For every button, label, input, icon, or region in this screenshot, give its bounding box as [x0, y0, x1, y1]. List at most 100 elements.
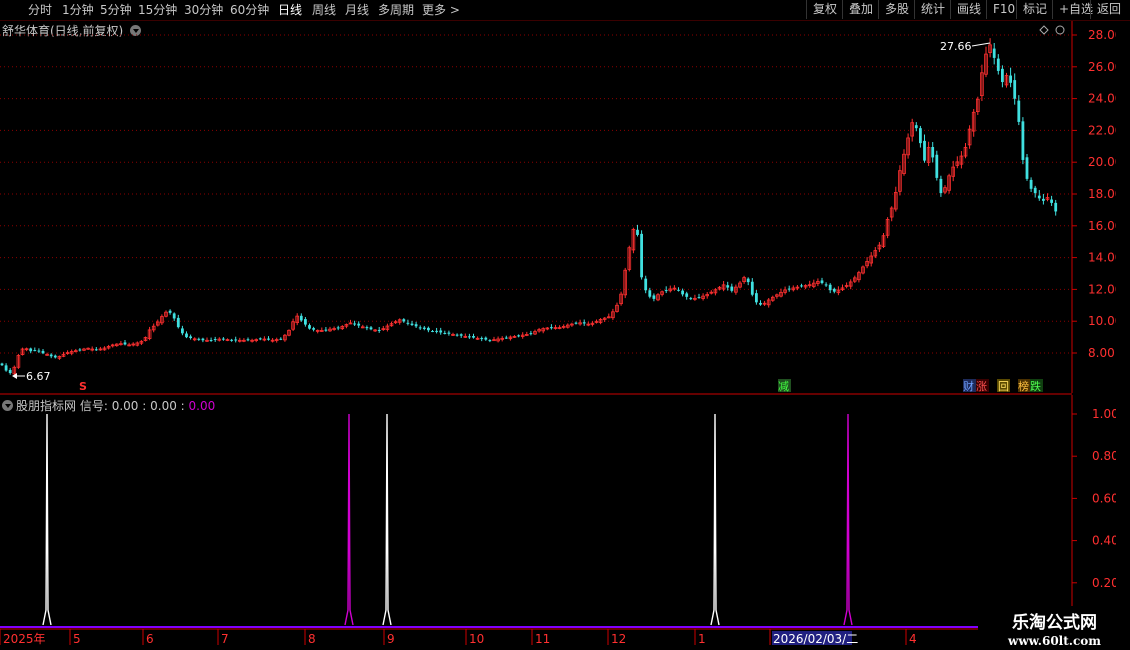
period-tab-monthly[interactable]: 月线	[345, 2, 369, 18]
candle-body	[861, 266, 865, 274]
candle-body	[295, 315, 299, 324]
event-badge-bg	[1018, 379, 1031, 392]
candle-body	[459, 334, 463, 336]
period-tab-weekly[interactable]: 周线	[312, 2, 336, 18]
candle-body	[431, 331, 434, 333]
candle-body	[24, 348, 29, 351]
candle-body	[377, 329, 381, 331]
candle-body	[222, 338, 225, 340]
back-button[interactable]: 返回	[1090, 0, 1122, 19]
chevron-down-icon[interactable]	[2, 400, 13, 411]
period-tab-1min[interactable]: 1分钟	[62, 2, 94, 18]
candle-body	[738, 282, 742, 288]
candle-body	[393, 321, 398, 324]
candle-body	[8, 369, 12, 374]
candle-body	[762, 302, 767, 305]
statistics-button[interactable]: 统计	[914, 0, 950, 19]
candle-body	[857, 272, 861, 281]
period-tab-intraday[interactable]: 分时	[28, 2, 52, 18]
candle-body	[910, 122, 914, 137]
candle-body	[443, 332, 447, 334]
period-tab-5min[interactable]: 5分钟	[100, 2, 132, 18]
multi-stock-button[interactable]: 多股	[878, 0, 914, 19]
candle-body	[902, 153, 906, 174]
candle-body	[865, 261, 869, 267]
candle-body	[923, 140, 926, 161]
candle-body	[98, 348, 103, 351]
candle-body	[832, 288, 836, 292]
candle-body	[496, 338, 500, 342]
candle-body	[803, 285, 808, 288]
f10-button[interactable]: F10	[986, 0, 1016, 19]
candle-body	[500, 337, 504, 340]
candle-body	[550, 327, 553, 329]
candle-body	[951, 166, 955, 177]
candle-body	[848, 281, 853, 287]
candle-body	[594, 320, 599, 323]
candle-body	[996, 58, 1000, 71]
candle-body	[33, 350, 37, 352]
draw-line-button[interactable]: 画线	[950, 0, 986, 19]
event-marker-bang: 榜	[1018, 379, 1029, 393]
candle-body	[881, 235, 886, 247]
candle-body	[385, 325, 390, 330]
signal-spike	[843, 413, 853, 626]
adjust-button[interactable]: 复权	[806, 0, 842, 19]
candle-body	[963, 146, 968, 157]
candle-body	[537, 329, 541, 332]
candle-body	[959, 155, 964, 165]
candle-body	[283, 334, 287, 341]
candle-body	[147, 329, 152, 339]
candle-body	[971, 111, 976, 132]
candle-body	[455, 334, 459, 336]
candle-body	[447, 332, 451, 334]
candle-body	[820, 280, 824, 284]
candle-body	[885, 219, 890, 236]
candle-body	[836, 289, 841, 294]
candle-body	[61, 353, 66, 357]
candle-body	[873, 250, 878, 257]
period-tab-multi[interactable]: 多周期	[378, 2, 414, 18]
candle-body	[102, 347, 107, 351]
candle-body	[422, 327, 426, 329]
candle-body	[520, 334, 525, 337]
overlay-button[interactable]: 叠加	[842, 0, 878, 19]
indicator-tick-label: 0.60	[1092, 491, 1119, 505]
candle-body	[840, 287, 845, 291]
time-label: 10	[469, 632, 484, 646]
event-marker-zhang: 涨	[976, 380, 987, 393]
period-tab-60min[interactable]: 60分钟	[230, 2, 269, 18]
candle-body	[631, 228, 636, 251]
stock-title: 舒华体育(日线,前复权)	[2, 22, 142, 39]
chevron-down-icon[interactable]	[130, 25, 142, 36]
candle-body	[205, 339, 209, 342]
candle-body	[759, 302, 762, 305]
candle-body	[644, 278, 648, 291]
mark-button[interactable]: 标记	[1016, 0, 1052, 19]
candle-body	[262, 338, 267, 341]
candle-body	[1025, 157, 1029, 179]
candle-body	[574, 322, 578, 324]
period-tab-daily[interactable]: 日线	[278, 2, 302, 18]
candle-body	[672, 287, 677, 290]
candle-body	[730, 286, 734, 291]
candle-body	[541, 328, 545, 332]
period-tab-15min[interactable]: 15分钟	[138, 2, 177, 18]
period-toolbar: 分时 1分钟 5分钟 15分钟 30分钟 60分钟 日线 周线 月线 多周期 更…	[0, 0, 1130, 21]
candle-body	[365, 327, 369, 329]
candle-body	[791, 287, 796, 291]
period-tab-30min[interactable]: 30分钟	[184, 2, 223, 18]
candle-body	[234, 339, 238, 341]
candle-body	[611, 311, 615, 319]
candle-body	[185, 333, 188, 338]
candle-body	[20, 348, 25, 356]
candle-body	[1013, 80, 1017, 99]
candle-body	[86, 347, 90, 350]
candle-body	[344, 324, 349, 327]
candle-body	[488, 340, 492, 342]
candle-body	[545, 327, 550, 330]
more-periods-button[interactable]: 更多 >	[422, 2, 460, 18]
candle-body	[677, 289, 680, 291]
add-watchlist-button[interactable]: +自选	[1052, 0, 1093, 19]
candle-body	[319, 330, 324, 332]
